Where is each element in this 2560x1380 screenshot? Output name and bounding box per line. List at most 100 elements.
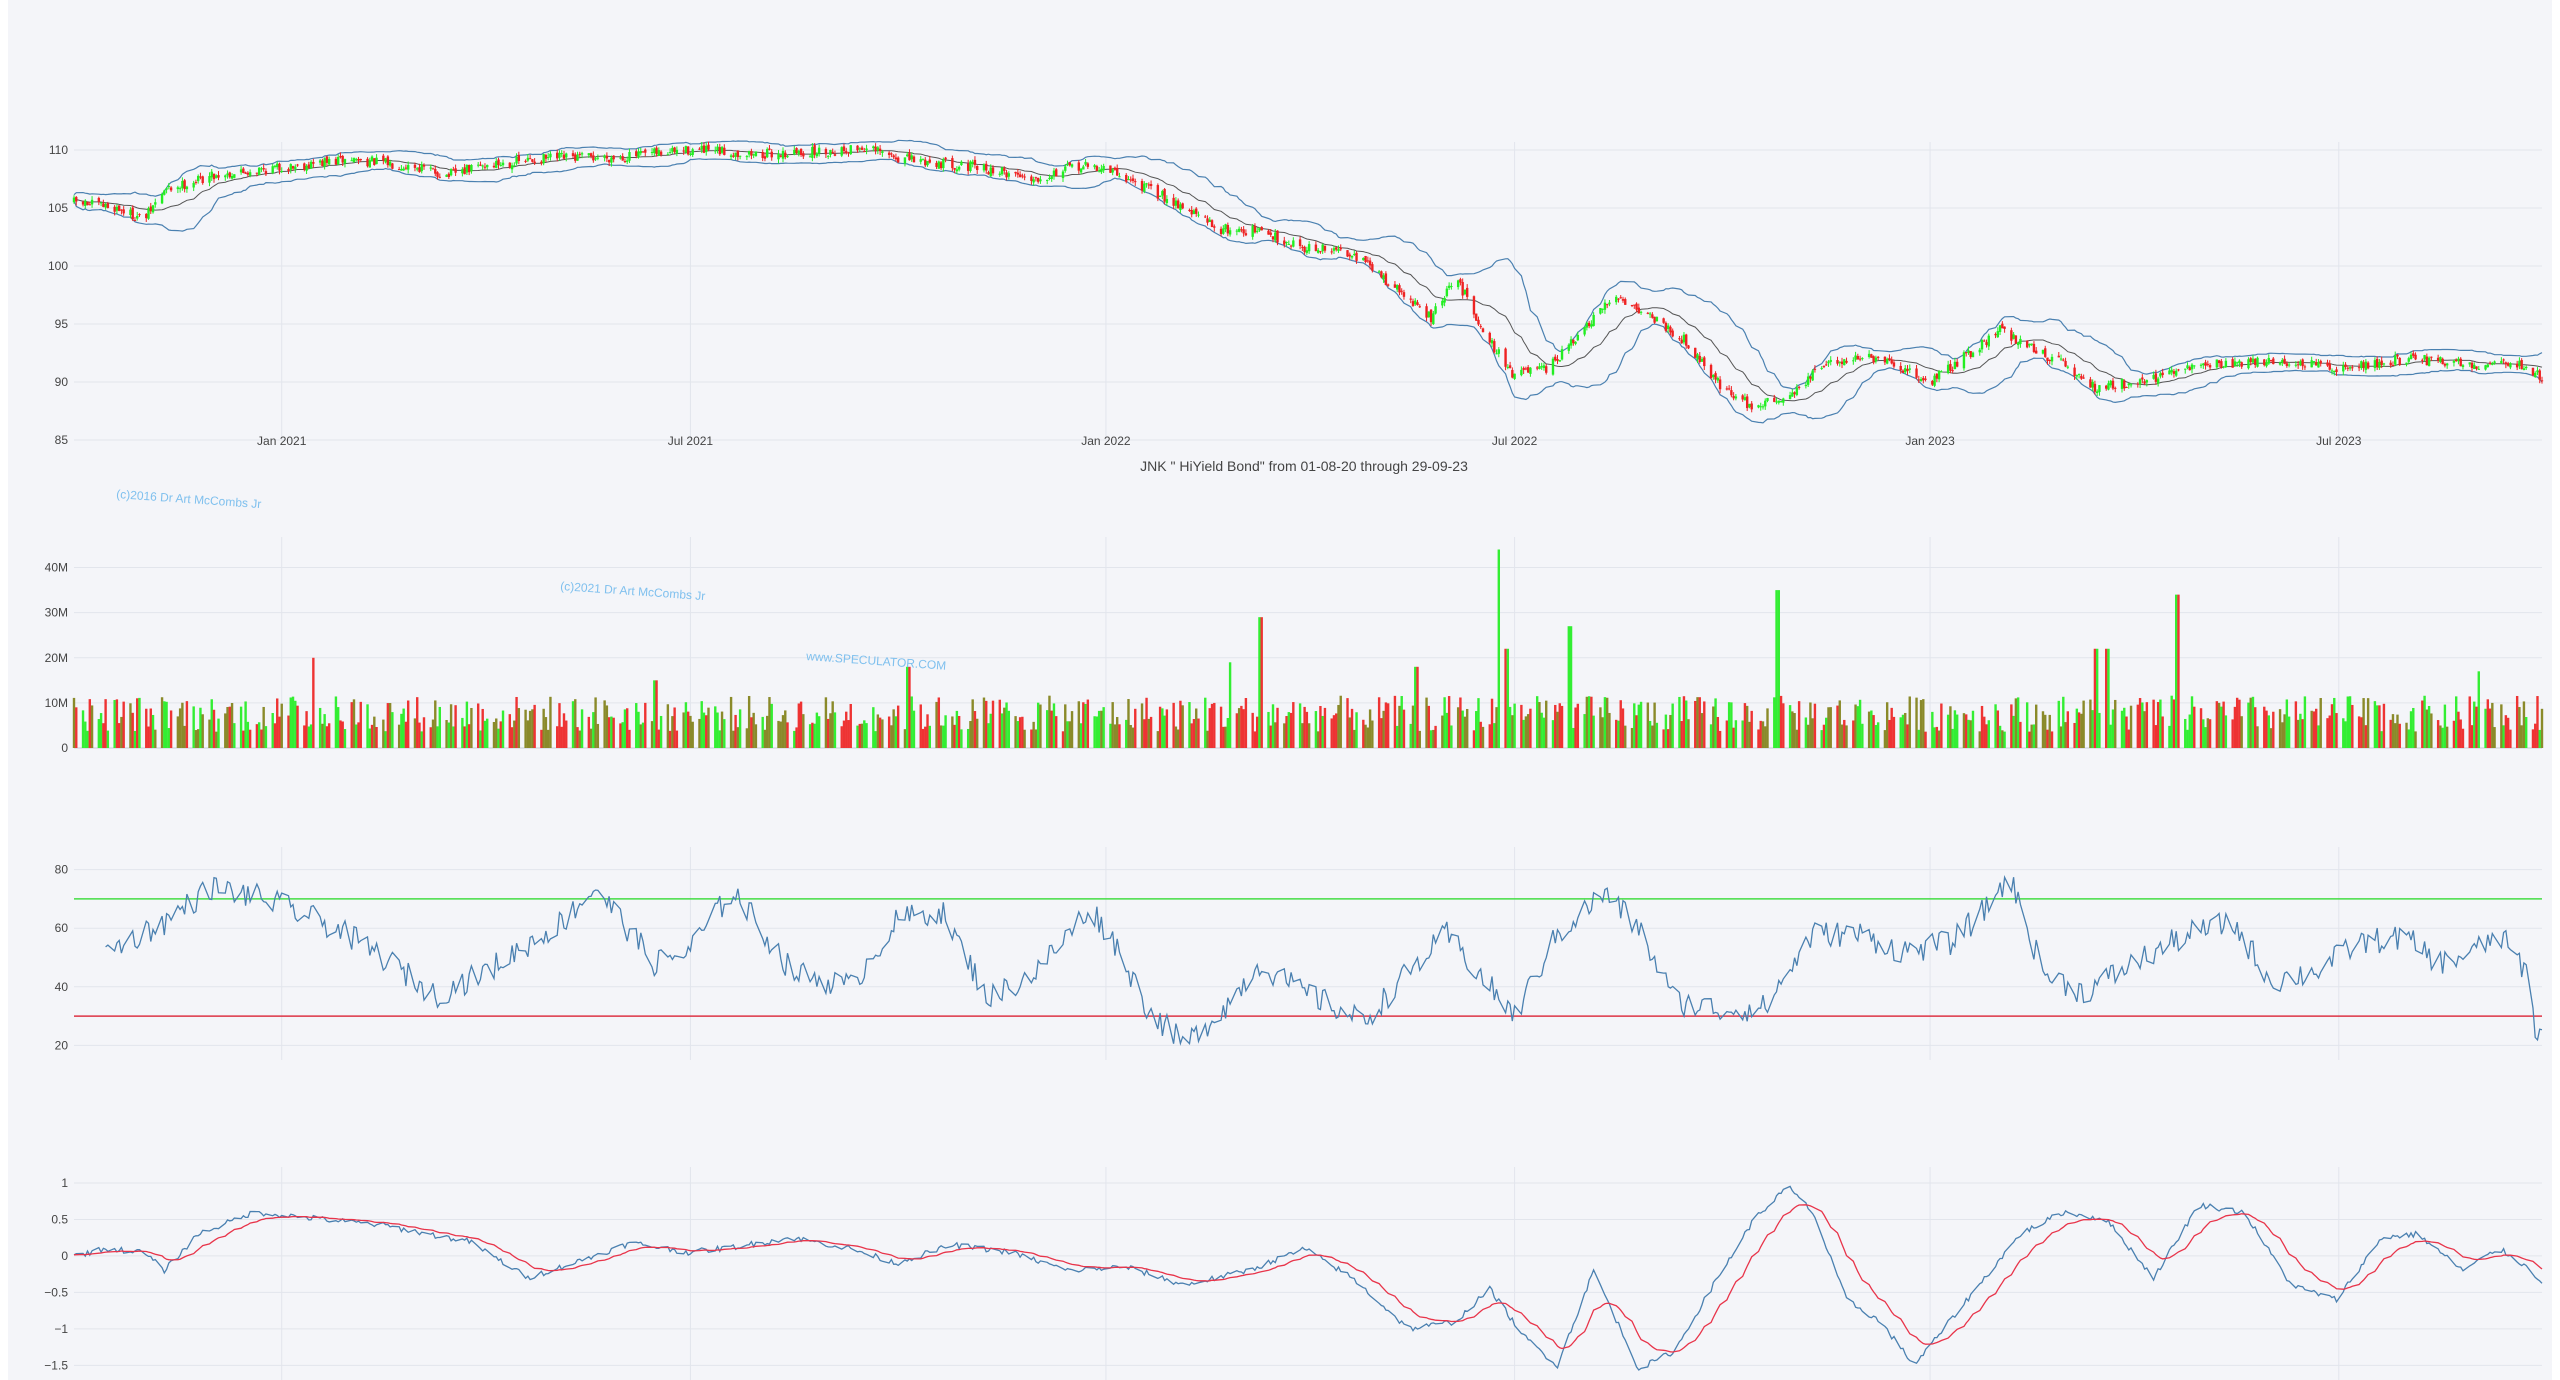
candle-body [2062,359,2065,361]
volume-bar [400,713,403,748]
volume-bar [2303,696,2307,748]
candle-body [1998,325,2002,332]
volume-bar [1274,722,1277,748]
candle-body [336,156,340,165]
volume-bar [1630,727,1634,748]
volume-bar [1908,696,1911,748]
volume-bar [495,718,498,748]
volume-bar [454,705,457,748]
momentum-panel [73,1185,2543,1371]
volume-bar [255,724,259,748]
volume-bar [1766,708,1769,748]
volume-bar [987,723,990,748]
volume-bar [729,696,733,748]
volume-bar [2362,698,2365,748]
candle-body [2518,360,2521,367]
volume-bar [813,723,816,748]
volume-bar [926,714,929,748]
candle-body [2156,378,2160,384]
candle-body [343,159,347,164]
volume-bar [2301,719,2304,748]
candle-body [666,154,670,156]
candle-body [1840,361,1844,365]
volume-bar [2263,706,2266,748]
candle-body [1856,355,1860,360]
volume-bar [429,727,432,748]
candle-body [1314,244,1318,252]
candle-body [903,157,907,164]
volume-bar [1443,697,1446,748]
candle-body [1946,364,1950,374]
volume-bar [352,699,356,748]
candle-body [2217,360,2221,364]
tick-label-layer: 859095100105110010M20M30M40M20406080−1.5… [44,143,2361,1372]
chart-svg[interactable]: 859095100105110010M20M30M40M20406080−1.5… [8,0,2552,1380]
volume-bar [289,697,292,748]
candle-body [673,147,676,153]
volume-bar [1303,706,1306,748]
candle-body [1061,171,1065,179]
candle-body [526,157,530,161]
volume-bar [966,728,970,748]
candle-body [738,155,742,157]
candle-body [802,153,805,157]
candle-body [2484,365,2487,370]
candle-body [1007,173,1011,177]
candle-body [1445,288,1449,297]
volume-bar [1298,703,1302,748]
candle-body [689,153,692,155]
candle-body [1949,363,1952,371]
candle-body [2095,391,2099,394]
candle-body [935,162,938,167]
volume-bar [2188,714,2191,748]
volume-bar [2502,725,2505,748]
volume-bar [86,730,89,748]
volume-bar [691,721,694,748]
volume-bar [908,666,911,748]
volume-bar [628,729,631,748]
volume-bar [1497,549,1501,748]
volume-bar [720,711,724,748]
volume-bar [1569,626,1573,748]
volume-bar [1197,718,1200,748]
volume-bar [1585,696,1589,748]
candle-body [1145,183,1148,185]
candle-body [1307,244,1311,252]
volume-bar [777,720,780,748]
candle-body [2077,373,2081,376]
volume-bar [2048,714,2051,748]
candle-body [1253,225,1257,233]
candle-body [1380,271,1383,278]
volume-bar [1129,725,1132,748]
candle-body [691,149,694,155]
candle-body [183,180,186,190]
candle-body [793,149,796,155]
candle-body [463,167,466,175]
volume-bar [1971,710,1975,748]
volume-bar [1395,725,1399,748]
candle-body [1777,400,1780,403]
candle-body [878,148,882,152]
volume-bar [1953,710,1957,748]
candle-body [208,176,211,183]
candle-body [1748,403,1751,408]
volume-bar [1827,707,1830,748]
candle-body [1429,309,1433,323]
candle-body [671,147,674,152]
volume-bar [416,697,419,748]
volume-bar [1386,703,1390,748]
volume-bar [528,710,532,748]
volume-bar [2287,716,2291,748]
candle-body [833,154,837,156]
volume-bar [876,714,880,748]
volume-bar [420,731,423,748]
candle-body [2030,343,2033,345]
volume-bar [1048,695,1051,748]
candle-body [1197,214,1200,216]
candle-body [391,163,394,169]
candle-body [1156,185,1160,199]
volume-bar [1775,590,1778,748]
volume-bar [102,723,105,748]
candle-body [528,158,532,160]
candle-body [167,186,171,188]
